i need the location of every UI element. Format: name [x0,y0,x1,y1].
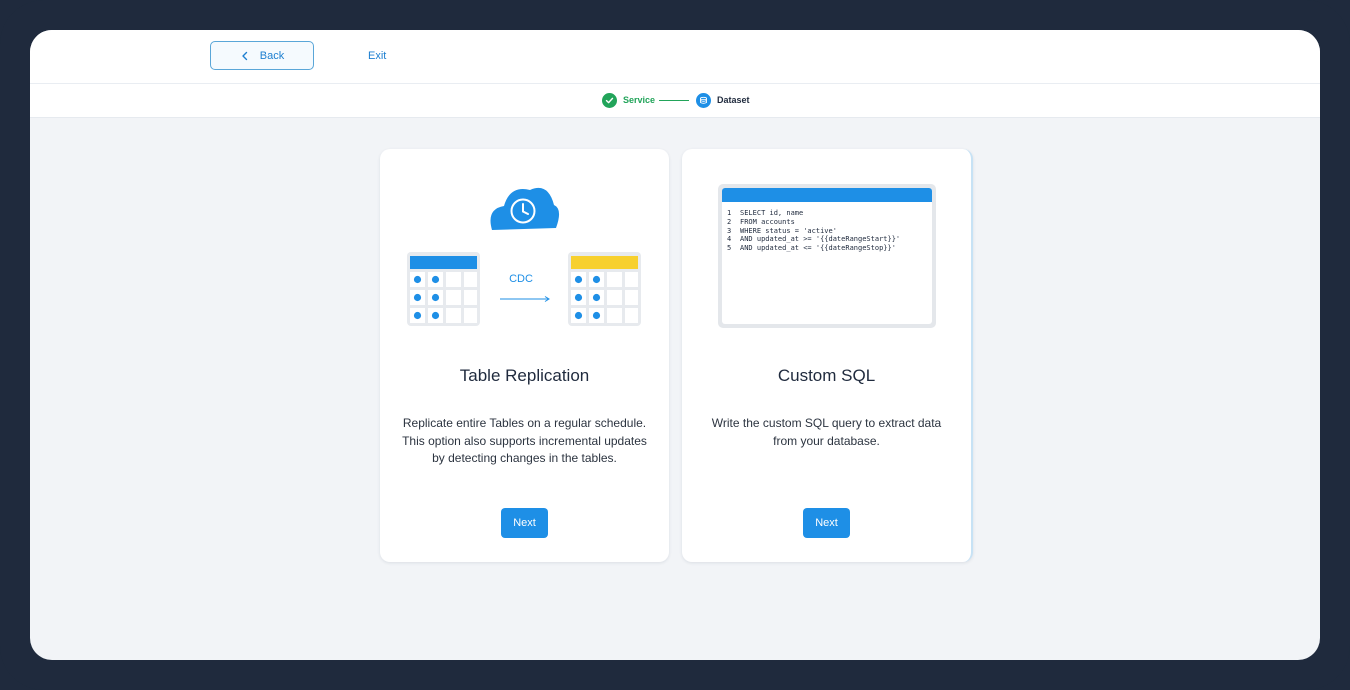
sql-editor-illustration: 1 SELECT id, name 2 FROM accounts 3 WHERE s… [718,184,936,328]
card-description: Replicate entire Tables on a regular sch… [402,416,647,465]
sql-line: 4 AND updated_at >= '{{dateRangeStart}}' [727,235,901,244]
table-replication-illustration: CDC [407,187,641,326]
sql-editor-header [722,188,932,202]
chevron-left-icon [240,51,250,61]
sql-code: 1 SELECT id, name 2 FROM accounts 3 WHERE s… [722,202,932,253]
cdc-label: CDC [509,273,533,285]
card-description: Write the custom SQL query to extract da… [711,416,942,448]
sql-line: 3 WHERE status = 'active' [727,226,837,235]
step-connector [659,100,689,101]
top-bar: Back Exit [30,30,1320,84]
target-table-icon [568,252,641,326]
step-service-label: Service [623,95,656,105]
card-title: Table Replication [459,366,590,385]
source-table-icon [407,252,480,326]
dataset-step-icon [696,93,711,108]
sql-line: 5 AND updated_at <= '{{dateRangeStop}}' [727,244,896,253]
sql-line: 1 SELECT id, name [727,209,804,217]
next-button[interactable]: Next [501,508,548,538]
card-title: Custom SQL [777,366,876,385]
custom-sql-card[interactable]: 1 SELECT id, name 2 FROM accounts 3 WHERE s… [682,149,973,562]
cloud-clock-icon [490,187,560,230]
check-icon [602,93,617,108]
table-replication-card[interactable]: CDC Table Replication Replicate entire T… [380,149,669,562]
device-frame: Back Exit Service Dataset CDC Table Repl… [0,0,1350,690]
stepper: Service Dataset [30,84,1320,118]
exit-link[interactable]: Exit [368,50,386,62]
sql-editor-window: 1 SELECT id, name 2 FROM accounts 3 WHERE s… [722,188,932,324]
cdc-arrow: CDC [500,273,550,302]
step-dataset-label: Dataset [717,95,750,105]
back-button-label: Back [259,49,285,62]
next-button[interactable]: Next [803,508,850,538]
back-button[interactable]: Back [210,41,314,70]
sql-line: 2 FROM accounts [727,217,795,226]
app-screen: Back Exit Service Dataset CDC Table Repl… [30,30,1320,660]
